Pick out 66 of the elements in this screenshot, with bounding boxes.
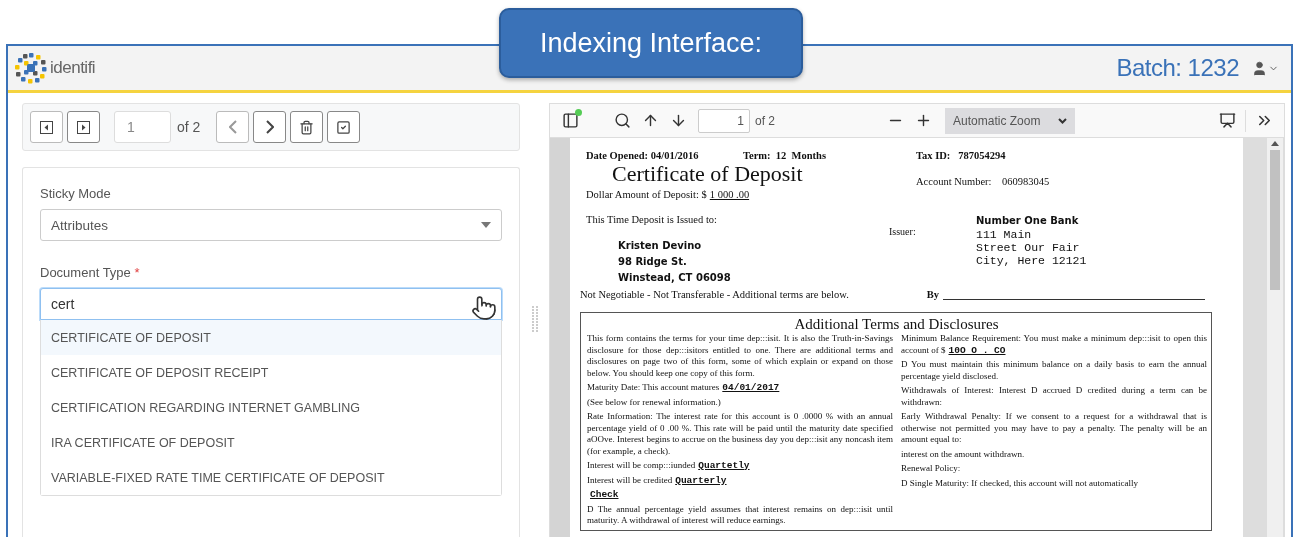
- logo-text: identifi: [50, 58, 96, 78]
- amount-label: Dollar Amount of Deposit: $: [586, 189, 707, 200]
- first-page-icon: [40, 120, 53, 134]
- zoom-select[interactable]: Automatic Zoom: [945, 107, 1076, 134]
- form-text: D The annual percentage yield assumes that interest remains on dep:::isit until maturity. A withdrawal of interest will reduce earnings.: [587, 503, 893, 527]
- form-text: D You must maintain this minimum balance on a daily basis to earn the annual percentage yield disclosed.: [901, 359, 1207, 382]
- caret-icon: [1058, 117, 1068, 124]
- sticky-mode-select[interactable]: Attributes: [40, 209, 502, 241]
- amount-value: 1 000 .00: [709, 189, 750, 200]
- term-text: Term: 12 Months: [743, 150, 828, 161]
- date-opened: Date Opened: 04/01/2016: [586, 150, 700, 161]
- batch-label: Batch: 1232: [1116, 54, 1239, 82]
- splitter-handle[interactable]: [531, 306, 538, 334]
- page-input[interactable]: 1: [698, 108, 750, 133]
- dropdown-option[interactable]: CERTIFICATE OF DEPOSIT: [41, 320, 501, 355]
- document-type-field[interactable]: cert: [40, 288, 502, 320]
- issuer-address-line: City, Here 12121: [976, 254, 1088, 267]
- form-text: Maturity Date: This account matures 04/01/2017: [587, 382, 781, 394]
- scrollbar-thumb[interactable]: [1270, 150, 1280, 290]
- form-text: Interest will be credited Quarterly: [587, 474, 728, 486]
- field-label: Document Type *: [40, 265, 141, 280]
- last-page-button[interactable]: [67, 111, 100, 143]
- form-text: Early Withdrawal Penalty: If we consent to a request for a withdrawal that is otherwise not permitted you may have to pay a penalty. The penalty will be an amount equal to:: [901, 411, 1207, 446]
- page-count: of 2: [755, 113, 775, 128]
- document-title: Certificate of Deposit: [611, 161, 804, 187]
- tax-id: Tax ID: 787054294: [916, 150, 1007, 161]
- form-text: Minimum Balance Requirement: You must make a minimum dep:::isit to open this account of $ 10O O . CO: [901, 333, 1207, 356]
- depositor-line: 98 Ridge St.: [618, 255, 688, 269]
- next-button[interactable]: [253, 111, 287, 143]
- issuer-address-line: Street Our Fair: [976, 241, 1081, 254]
- field-label: Sticky Mode: [40, 186, 112, 201]
- issued-to-label: This Time Deposit is Issued to:: [586, 214, 718, 225]
- hand-cursor-icon: [471, 295, 497, 321]
- chevron-left-icon: [228, 120, 237, 134]
- not-negotiable-text: Not Negotiable - Not Transferable - Additional terms are below.: [580, 289, 849, 300]
- delete-button[interactable]: [290, 111, 324, 143]
- depositor-line: Kristen Devino: [618, 239, 703, 253]
- confirm-button[interactable]: [327, 111, 361, 143]
- caret-icon: [481, 222, 491, 228]
- scrollbar[interactable]: [1267, 138, 1283, 537]
- form-text: Rate Information: The interest rate for this account is 0 .0000 % with an annual percentage yield of 0 .00 %. This rate will be paid until the maturity date specified aOOve. Interest begins to accrue on the business day you dep:::isit any noncash item (for example, a check).: [587, 411, 893, 457]
- depositor-line: Winstead, CT 06098: [618, 271, 732, 285]
- issuer-name: Number One Bank: [976, 214, 1080, 228]
- issuer-label: Issuer:: [889, 226, 917, 237]
- account-number: Account Number: 060983045: [916, 176, 1051, 187]
- form-text: interest on the amount withdrawn.: [901, 448, 1026, 460]
- form-text: This form contains the terms for your time dep:::isit. It is also the Truth-in-Savings disclosure for those dep:::isitors entitled to one. There are additional terms and disclosures on page two of this form, some of which explain or expand on those below. You should keep one copy of this form.: [587, 333, 893, 379]
- page-input[interactable]: 1: [114, 111, 171, 143]
- form-text: Check: [589, 489, 620, 501]
- by-label: By: [926, 289, 940, 300]
- issuer-address-line: 111 Main: [976, 228, 1033, 241]
- user-icon[interactable]: [1251, 59, 1268, 77]
- trash-icon: [299, 119, 315, 135]
- form-text: D Single Maturity: If checked, this account will not automatically: [901, 477, 1139, 489]
- terms-title: Additional Terms and Disclosures: [793, 315, 1000, 333]
- form-text: Renewal Policy:: [901, 463, 962, 475]
- form-text: Interest will be comp:::iunded Quartetly: [587, 460, 751, 472]
- callout-banner: Indexing Interface:: [499, 8, 803, 78]
- last-page-icon: [77, 120, 90, 134]
- chevron-right-icon: [265, 120, 274, 134]
- scroll-up-icon[interactable]: [1271, 141, 1279, 146]
- form-text: (See below for renewal information.): [587, 396, 722, 408]
- form-text: Withdrawals of Interest: Interest D accrued D credited during a term can be withdrawn:: [901, 385, 1207, 408]
- checkbox-icon: [336, 119, 352, 135]
- logo-icon: [14, 52, 48, 84]
- page-count: of 2: [177, 119, 201, 135]
